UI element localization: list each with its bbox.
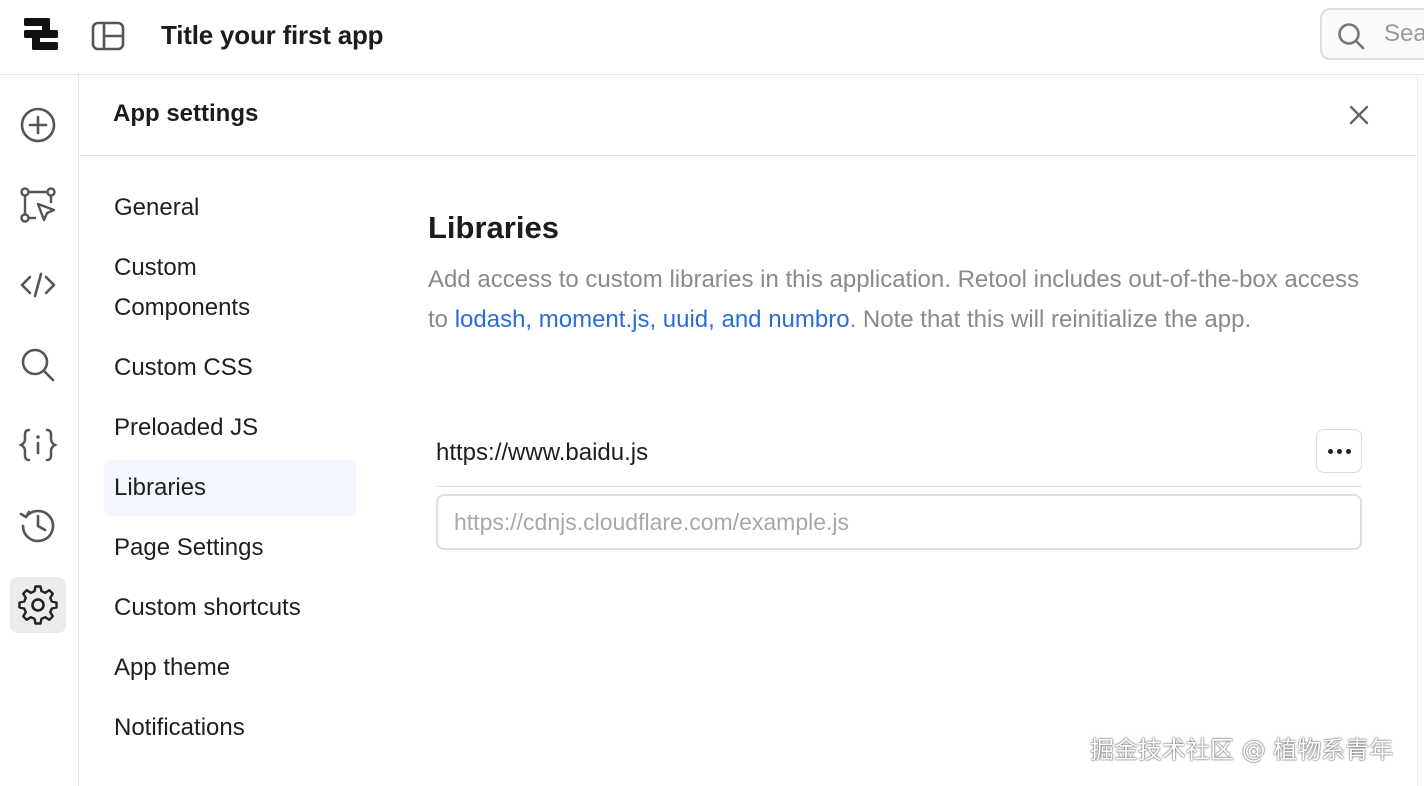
settings-nav-label: Custom	[114, 254, 197, 281]
more-dots-icon	[1345, 448, 1351, 454]
state-button[interactable]	[10, 417, 66, 473]
component-cursor-icon	[20, 187, 56, 223]
code-icon	[20, 272, 56, 298]
watermark: 掘金技术社区 @ 植物系青年	[1090, 736, 1394, 764]
panel-divider	[1417, 75, 1418, 786]
libraries-description: Add access to custom libraries in this a…	[428, 260, 1378, 340]
libraries-title: Libraries	[428, 210, 559, 245]
settings-nav-custom-components[interactable]: Custom Components	[104, 248, 356, 328]
settings-nav-general[interactable]: General	[104, 188, 356, 228]
code-button[interactable]	[10, 257, 66, 313]
app-title[interactable]: Title your first app	[161, 18, 384, 52]
gear-icon	[18, 585, 58, 625]
settings-panel-header: App settings	[80, 75, 1418, 156]
settings-nav-page-settings[interactable]: Page Settings	[104, 528, 356, 568]
history-button[interactable]	[10, 497, 66, 553]
settings-nav-custom-css[interactable]: Custom CSS	[104, 348, 356, 388]
search-icon	[1338, 23, 1365, 50]
settings-nav-label: Components	[114, 294, 251, 321]
search-placeholder: Sea	[1384, 20, 1424, 47]
more-dots-icon	[1336, 448, 1342, 454]
retool-logo-icon[interactable]	[22, 16, 60, 54]
settings-nav-preloaded-js[interactable]: Preloaded JS	[104, 408, 356, 448]
settings-nav-notifications[interactable]: Notifications	[104, 708, 356, 748]
settings-button[interactable]	[10, 577, 66, 633]
left-rail	[0, 75, 79, 786]
history-icon	[19, 509, 55, 543]
close-icon	[1349, 105, 1369, 125]
close-settings-button[interactable]	[1342, 98, 1376, 132]
sidebar-toggle-icon[interactable]	[90, 20, 126, 52]
plus-circle-icon	[20, 107, 56, 143]
component-tree-button[interactable]	[10, 177, 66, 233]
state-braces-icon	[18, 428, 58, 462]
library-row: https://www.baidu.js	[436, 426, 1362, 487]
library-more-button[interactable]	[1316, 429, 1362, 473]
settings-nav-custom-shortcuts[interactable]: Custom shortcuts	[104, 588, 356, 628]
settings-title: App settings	[113, 100, 259, 127]
default-libraries-link[interactable]: lodash, moment.js, uuid, and numbro	[455, 306, 850, 333]
search-input[interactable]: Sea	[1320, 8, 1424, 60]
description-text: . Note that this will reinitialize the a…	[849, 306, 1252, 333]
library-url: https://www.baidu.js	[436, 439, 649, 466]
top-bar: Title your first app Sea	[0, 0, 1424, 75]
add-component-button[interactable]	[10, 97, 66, 153]
settings-nav-libraries[interactable]: Libraries	[104, 460, 356, 516]
more-dots-icon	[1327, 448, 1333, 454]
search-button[interactable]	[10, 337, 66, 393]
search-icon	[21, 348, 55, 382]
library-url-input[interactable]	[436, 494, 1362, 550]
settings-nav-app-theme[interactable]: App theme	[104, 648, 356, 688]
